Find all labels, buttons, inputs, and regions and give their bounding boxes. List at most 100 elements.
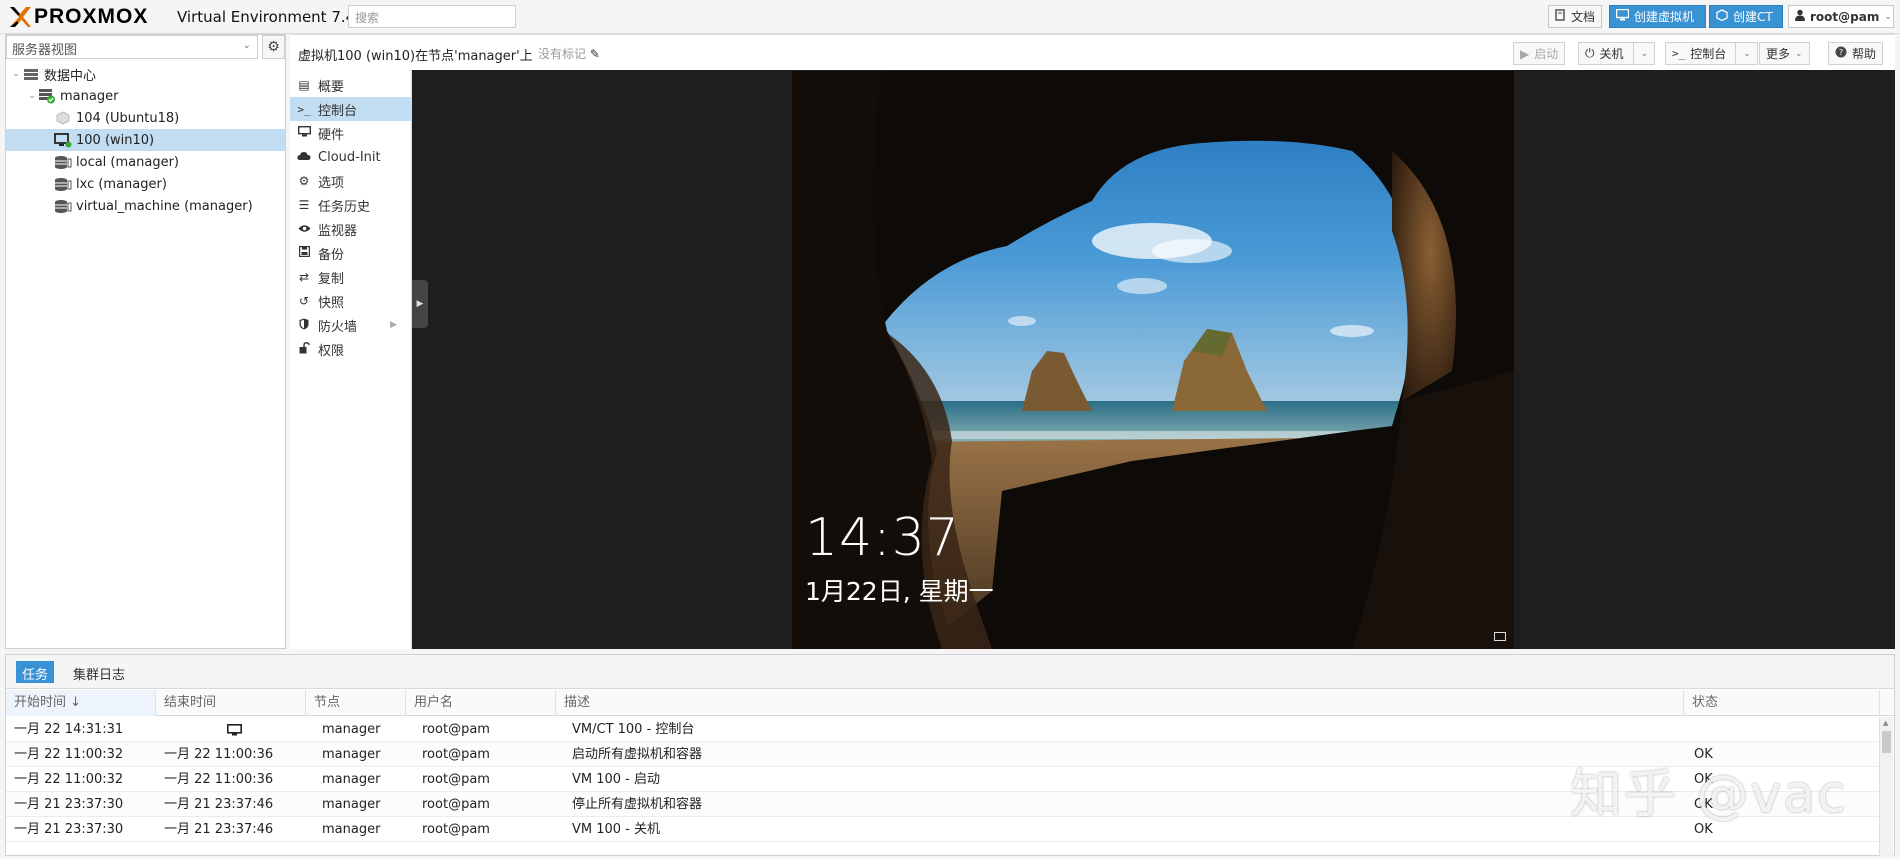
tab-cluster-log[interactable]: 集群日志 [67, 661, 131, 683]
docs-button[interactable]: 文档 [1548, 5, 1603, 28]
column-node[interactable]: 节点 [306, 690, 406, 716]
pencil-icon[interactable]: ✎ [590, 47, 600, 61]
cell-status [1686, 717, 1694, 742]
create-ct-label: 创建CT [1733, 10, 1773, 24]
nav-item-options[interactable]: ⚙ 选项 [290, 169, 411, 193]
shutdown-button[interactable]: ⏻ 关机 ⌄ [1578, 42, 1656, 65]
chevron-down-icon[interactable]: ⌄ [1641, 49, 1649, 59]
terminal-icon: >_ [297, 102, 311, 116]
top-bar: PROXMOX Virtual Environment 7.4-17 搜索 文档… [0, 0, 1900, 34]
view-select[interactable]: 服务器视图 ⌄ [6, 35, 258, 59]
history-icon: ↺ [298, 294, 310, 308]
tree-item-label: lxc (manager) [76, 176, 167, 192]
column-end-time[interactable]: 结束时间 [156, 690, 306, 716]
tab-tasks[interactable]: 任务 [16, 661, 55, 683]
shield-icon [290, 318, 318, 333]
tree-item-datacenter[interactable]: ⌄ 数据中心 [6, 63, 285, 85]
tags-editor[interactable]: 没有标记 ✎ [538, 45, 600, 62]
node-online-icon [38, 88, 56, 104]
zhihu-watermark: 知乎 @vac [1570, 765, 1848, 825]
scroll-up-icon[interactable]: ▲ [1883, 719, 1888, 727]
tags-label: 没有标记 [538, 47, 587, 61]
monitor-icon [219, 717, 242, 742]
tree-item-storage-lxc[interactable]: lxc (manager) [6, 173, 285, 195]
cell-user: root@pam [422, 822, 490, 837]
nav-item-label: 防火墙 [318, 319, 358, 335]
nav-item-task-history[interactable]: ☰ 任务历史 [290, 193, 411, 217]
gear-icon: ⚙ [267, 39, 280, 55]
cell-node: manager [322, 747, 381, 762]
floppy-icon [290, 246, 318, 260]
nav-item-monitor[interactable]: 监视器 [290, 217, 411, 241]
windows-lock-screen[interactable]: 14:37 1月22日, 星期一 [792, 71, 1514, 649]
nav-item-summary[interactable]: ▤ 概要 [290, 73, 411, 97]
column-user[interactable]: 用户名 [406, 690, 556, 716]
desktop-icon [1615, 8, 1630, 24]
svg-text:?: ? [1839, 48, 1843, 57]
nav-item-cloud-init[interactable]: Cloud-Init [290, 145, 411, 169]
column-status[interactable]: 状态 [1684, 690, 1880, 716]
tree-item-label: 104 (Ubuntu18) [76, 110, 180, 126]
tree-item-vm-100[interactable]: 100 (win10) [6, 129, 285, 151]
tree-settings-button[interactable]: ⚙ [262, 35, 285, 59]
tree-item-node-manager[interactable]: ⌄ manager [6, 85, 285, 107]
power-icon: ⏻ [1585, 46, 1595, 60]
column-description[interactable]: 描述 [556, 690, 1684, 716]
cell-desc: 停止所有虚拟机和容器 [572, 797, 703, 812]
database-icon [54, 176, 72, 192]
nav-item-hardware[interactable]: 硬件 [290, 121, 411, 145]
chevron-down-icon[interactable]: ⌄ [1743, 49, 1751, 59]
nav-item-backup[interactable]: 备份 [290, 241, 411, 265]
chevron-right-icon: ▶ [416, 299, 424, 309]
user-icon [1795, 9, 1805, 24]
cell-end: 一月 21 23:37:46 [164, 797, 274, 812]
console-sidebar-toggle[interactable]: ▶ [412, 280, 428, 328]
task-table-scrollbar[interactable]: ▲ [1879, 717, 1893, 856]
chevron-down-icon: ⌄ [242, 40, 251, 51]
unlock-icon [290, 341, 318, 357]
nav-item-replication[interactable]: ⇄ 复制 [290, 265, 411, 289]
nav-item-console[interactable]: >_ 控制台 [290, 97, 411, 121]
more-button[interactable]: 更多 ⌄ [1759, 42, 1810, 65]
tree-item-storage-local[interactable]: local (manager) [6, 151, 285, 173]
help-label: 帮助 [1852, 47, 1877, 61]
task-tabs: 任务 集群日志 [6, 655, 1894, 689]
user-menu-button[interactable]: root@pam ⌄ [1788, 5, 1894, 28]
collapse-icon[interactable]: ⌄ [10, 69, 22, 79]
start-button[interactable]: ▶ 启动 [1513, 42, 1566, 65]
nav-item-permissions[interactable]: 权限 [290, 337, 411, 361]
cell-node: manager [322, 722, 381, 737]
vm-running-icon [54, 132, 72, 148]
cell-end: 一月 22 11:00:36 [164, 747, 274, 762]
nav-item-snapshots[interactable]: ↺ 快照 [290, 289, 411, 313]
search-input[interactable]: 搜索 [348, 5, 516, 28]
tree-item-storage-virtual-machine[interactable]: virtual_machine (manager) [6, 195, 285, 217]
terminal-icon: >_ [1672, 47, 1686, 60]
scrollbar-thumb[interactable] [1882, 731, 1891, 753]
lock-screen-time: 14:37 [805, 508, 960, 568]
nav-item-label: 备份 [318, 247, 345, 263]
question-circle-icon: ? [1835, 46, 1847, 61]
create-vm-button[interactable]: 创建虚拟机 [1609, 5, 1706, 28]
shutdown-label: 关机 [1599, 47, 1624, 61]
chevron-right-icon[interactable]: ▶ [390, 320, 397, 330]
help-button[interactable]: ? 帮助 [1828, 42, 1884, 65]
create-ct-button[interactable]: 创建CT [1709, 5, 1783, 28]
create-vm-label: 创建虚拟机 [1634, 10, 1695, 24]
logo-text: PROXMOX [34, 5, 149, 28]
tree-item-vm-104[interactable]: 104 (Ubuntu18) [6, 107, 285, 129]
console-button[interactable]: >_ 控制台 ⌄ [1665, 42, 1758, 65]
collapse-icon[interactable]: ⌄ [26, 91, 38, 101]
start-label: 启动 [1534, 47, 1559, 61]
cell-desc: 启动所有虚拟机和容器 [572, 747, 703, 762]
nav-item-firewall[interactable]: 防火墙 ▶ [290, 313, 411, 337]
cell-user: root@pam [422, 747, 490, 762]
more-label: 更多 [1766, 47, 1791, 61]
column-start-time[interactable]: 开始时间 ↓ [6, 690, 156, 716]
proxmox-logo[interactable]: PROXMOX [8, 5, 148, 29]
monitor-icon [290, 125, 318, 140]
user-label: root@pam [1810, 9, 1880, 24]
resource-tree-panel: 服务器视图 ⌄ ⚙ ⌄ 数据中心 ⌄ manager 104 (Ubuntu18… [5, 34, 286, 649]
table-row[interactable]: 一月 22 14:31:31 manager root@pam VM/CT 10… [6, 717, 1880, 742]
cell-start: 一月 22 14:31:31 [14, 722, 124, 737]
